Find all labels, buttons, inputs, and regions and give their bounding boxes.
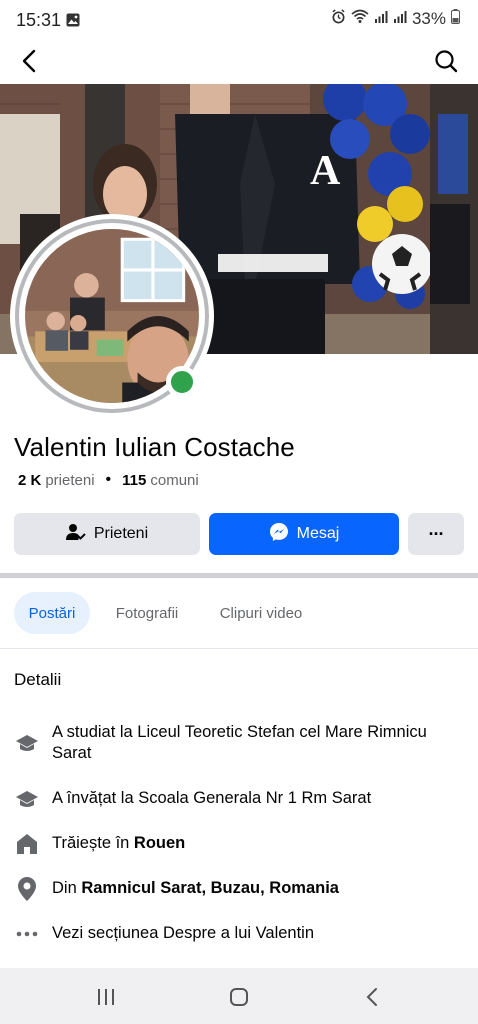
hometown-name[interactable]: Ramnicul Sarat, Buzau, Romania	[81, 879, 339, 897]
image-icon	[66, 13, 80, 32]
tabs-divider	[0, 648, 478, 649]
more-dots-icon	[14, 921, 40, 947]
profile-stats[interactable]: 2 K prieteni • 115 comuni	[18, 471, 199, 489]
detail-text: Din Ramnicul Sarat, Buzau, Romania	[52, 879, 339, 897]
friend-check-icon	[65, 523, 86, 546]
profile-name: Valentin Iulian Costache	[14, 432, 295, 462]
detail-text: Vezi secțiunea Despre a lui Valentin	[52, 924, 315, 942]
message-button-label: Mesaj	[296, 525, 340, 542]
detail-hometown[interactable]: Din Ramnicul Sarat, Buzau, Romania	[0, 876, 478, 902]
detail-text: A studiat la Liceul Teoretic Stefan cel …	[52, 723, 427, 762]
alarm-icon	[331, 9, 346, 29]
location-pin-icon	[14, 876, 40, 902]
status-bar: 15:31 33%	[0, 0, 478, 40]
battery-percent: 33%	[411, 9, 446, 28]
friends-label: prieteni	[45, 471, 95, 489]
friends-count: 2 K	[18, 471, 42, 489]
friends-button-label: Prieteni	[93, 525, 149, 542]
detail-education-highschool[interactable]: A studiat la Liceul Teoretic Stefan cel …	[0, 722, 478, 766]
section-divider	[0, 573, 478, 578]
detail-lives-in[interactable]: Trăiește în Rouen	[0, 833, 478, 857]
graduation-cap-icon	[14, 787, 40, 813]
signal-icon	[374, 10, 388, 29]
profile-tabs: Postări Fotografii Clipuri video	[0, 592, 478, 636]
wifi-icon	[351, 9, 369, 29]
friends-button[interactable]: Prieteni	[14, 513, 200, 555]
status-time: 15:31	[16, 10, 62, 30]
svg-text:A: A	[310, 148, 341, 194]
battery-icon	[451, 9, 460, 29]
status-icons: 33%	[331, 9, 460, 29]
tab-posts[interactable]: Postări	[14, 592, 90, 634]
tab-videos[interactable]: Clipuri video	[206, 592, 316, 634]
home-icon	[14, 831, 40, 857]
recent-apps-icon[interactable]	[86, 982, 126, 1012]
graduation-cap-icon	[14, 731, 40, 757]
more-dots-icon: ···	[428, 523, 445, 544]
signal-icon	[393, 10, 407, 29]
back-nav-icon[interactable]	[352, 982, 392, 1012]
detail-text: Trăiește în Rouen	[52, 834, 186, 852]
more-options-button[interactable]: ···	[408, 513, 464, 555]
separator-dot: •	[105, 471, 112, 488]
app-bar	[0, 40, 478, 84]
message-button[interactable]: Mesaj	[209, 513, 399, 555]
messenger-icon	[269, 522, 289, 547]
mutual-count: 115	[122, 471, 147, 489]
city-name[interactable]: Rouen	[134, 834, 185, 852]
online-status-dot	[166, 366, 198, 398]
detail-see-about[interactable]: Vezi secțiunea Despre a lui Valentin	[0, 923, 478, 947]
details-title: Detalii	[14, 670, 62, 689]
mutual-label: comuni	[150, 471, 199, 489]
home-button-icon[interactable]	[219, 982, 259, 1012]
back-arrow-icon[interactable]	[14, 46, 44, 76]
detail-text: A învățat la Scoala Generala Nr 1 Rm Sar…	[52, 789, 372, 807]
detail-education-school[interactable]: A învățat la Scoala Generala Nr 1 Rm Sar…	[0, 788, 478, 812]
tab-photos[interactable]: Fotografii	[100, 592, 194, 634]
search-icon[interactable]	[430, 45, 462, 77]
system-nav-bar	[0, 968, 478, 1024]
